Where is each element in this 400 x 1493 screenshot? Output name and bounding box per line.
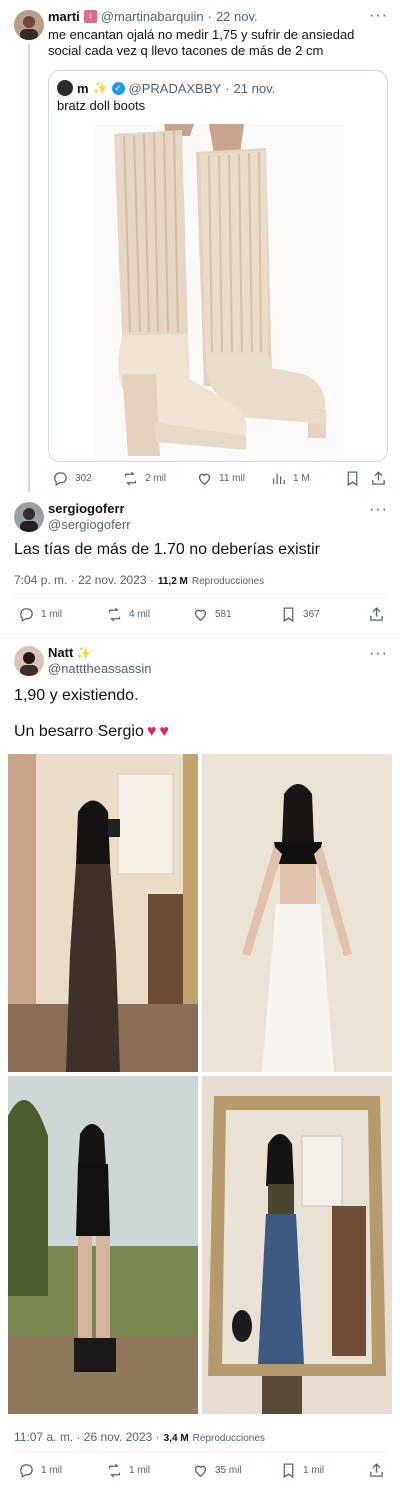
author-name[interactable]: sergiogoferr [48, 501, 125, 516]
thread-line [28, 44, 30, 492]
more-options-icon[interactable]: ··· [369, 501, 388, 519]
tweet-date[interactable]: 22 nov. [216, 9, 258, 24]
author-handle[interactable]: @martinabarquiin [101, 9, 204, 24]
tweet-meta: 7:04 p. m. · 22 nov. 2023 · 11,2 M Repro… [14, 573, 264, 587]
divider [14, 1451, 386, 1452]
red-heart-icon: ♥ [146, 723, 157, 740]
author-name[interactable]: marti [48, 9, 80, 24]
retweet-button[interactable]: 2 mil [122, 470, 166, 487]
retweet-button[interactable]: 1 mil [106, 1462, 150, 1479]
share-button[interactable] [368, 1462, 391, 1479]
heart-icon [198, 473, 211, 485]
quote-text: bratz doll boots [57, 98, 146, 113]
tweet-text: Las tías de más de 1.70 no deberías exis… [14, 541, 320, 558]
boots-image[interactable] [94, 124, 344, 456]
views-button[interactable]: 1 M [270, 470, 310, 487]
heart-icon [194, 1465, 207, 1477]
bookmark-icon [283, 1463, 294, 1479]
more-options-icon[interactable]: ··· [369, 645, 388, 663]
sparkle-icon: ✨ [76, 645, 92, 660]
venus-icon: ♀ [83, 10, 97, 23]
reply-icon [20, 1464, 33, 1479]
photo-grid [8, 754, 392, 1414]
bookmark-button[interactable] [344, 470, 367, 487]
photo-4[interactable] [202, 1076, 392, 1414]
share-icon [372, 471, 385, 485]
sparkle-icon: ✨ [92, 81, 108, 95]
reply-icon [20, 608, 33, 623]
tweet-timestamp[interactable]: 11:07 a. m. · 26 nov. 2023 · [14, 1430, 160, 1444]
retweet-icon [108, 607, 121, 622]
avatar[interactable] [14, 10, 44, 40]
tweet-text: me encantan ojalá no medir 1,75 y sufrir… [48, 27, 355, 58]
bookmark-button[interactable]: 1 mil [280, 1462, 324, 1479]
quote-author-name: m [77, 80, 89, 96]
more-options-icon[interactable]: ··· [369, 7, 388, 25]
quote-date: 21 nov. [233, 80, 276, 96]
quote-author-handle: @PRADAXBBY [128, 80, 222, 96]
photo-3[interactable] [8, 1076, 198, 1414]
reply-button[interactable]: 1 mil [18, 1462, 62, 1479]
reply-button[interactable]: 1 mil [18, 606, 62, 623]
author-handle[interactable]: @natttheassassin [48, 661, 152, 676]
bookmark-icon [283, 607, 294, 623]
reply-icon [54, 472, 67, 487]
author-handle[interactable]: @sergiogoferr [48, 517, 131, 532]
divider [14, 594, 386, 595]
share-button[interactable] [370, 470, 393, 487]
avatar[interactable] [14, 646, 44, 676]
tweet-text: 1,90 y existiendo. Un besarro Sergio ♥ ♥ [14, 687, 169, 740]
photo-1[interactable] [8, 754, 198, 1072]
photo-2[interactable] [202, 754, 392, 1072]
share-button[interactable] [368, 606, 391, 623]
tweet-meta: 11:07 a. m. · 26 nov. 2023 · 3,4 M Repro… [14, 1430, 265, 1444]
bookmark-icon [347, 471, 358, 487]
views-count: 11,2 M [157, 576, 188, 587]
like-button[interactable]: 11 mil [196, 470, 245, 487]
red-heart-icon: ♥ [159, 723, 169, 740]
retweet-button[interactable]: 4 mil [106, 606, 150, 623]
retweet-icon [124, 471, 137, 486]
views-count: 3,4 M [163, 1433, 189, 1444]
tweet-timestamp[interactable]: 7:04 p. m. · 22 nov. 2023 · [14, 573, 154, 587]
quote-tweet-card[interactable]: m ✨ ✓ @PRADAXBBY · 21 nov. bratz doll bo… [48, 70, 388, 462]
verified-badge-icon: ✓ [111, 81, 125, 95]
bookmark-button[interactable]: 367 [280, 606, 320, 623]
like-button[interactable]: 35 mil [192, 1462, 242, 1479]
divider [0, 634, 400, 635]
views-icon [272, 473, 285, 485]
author-name[interactable]: Natt [48, 645, 73, 660]
retweet-icon [108, 1463, 121, 1478]
reply-button[interactable]: 302 [52, 470, 92, 487]
views-label: Reproducciones [192, 1433, 265, 1444]
quote-avatar [57, 80, 73, 96]
heart-icon [194, 609, 207, 621]
avatar[interactable] [14, 502, 44, 532]
share-icon [370, 607, 383, 621]
share-icon [370, 1463, 383, 1477]
views-label: Reproducciones [191, 576, 265, 587]
like-button[interactable]: 581 [192, 606, 232, 623]
